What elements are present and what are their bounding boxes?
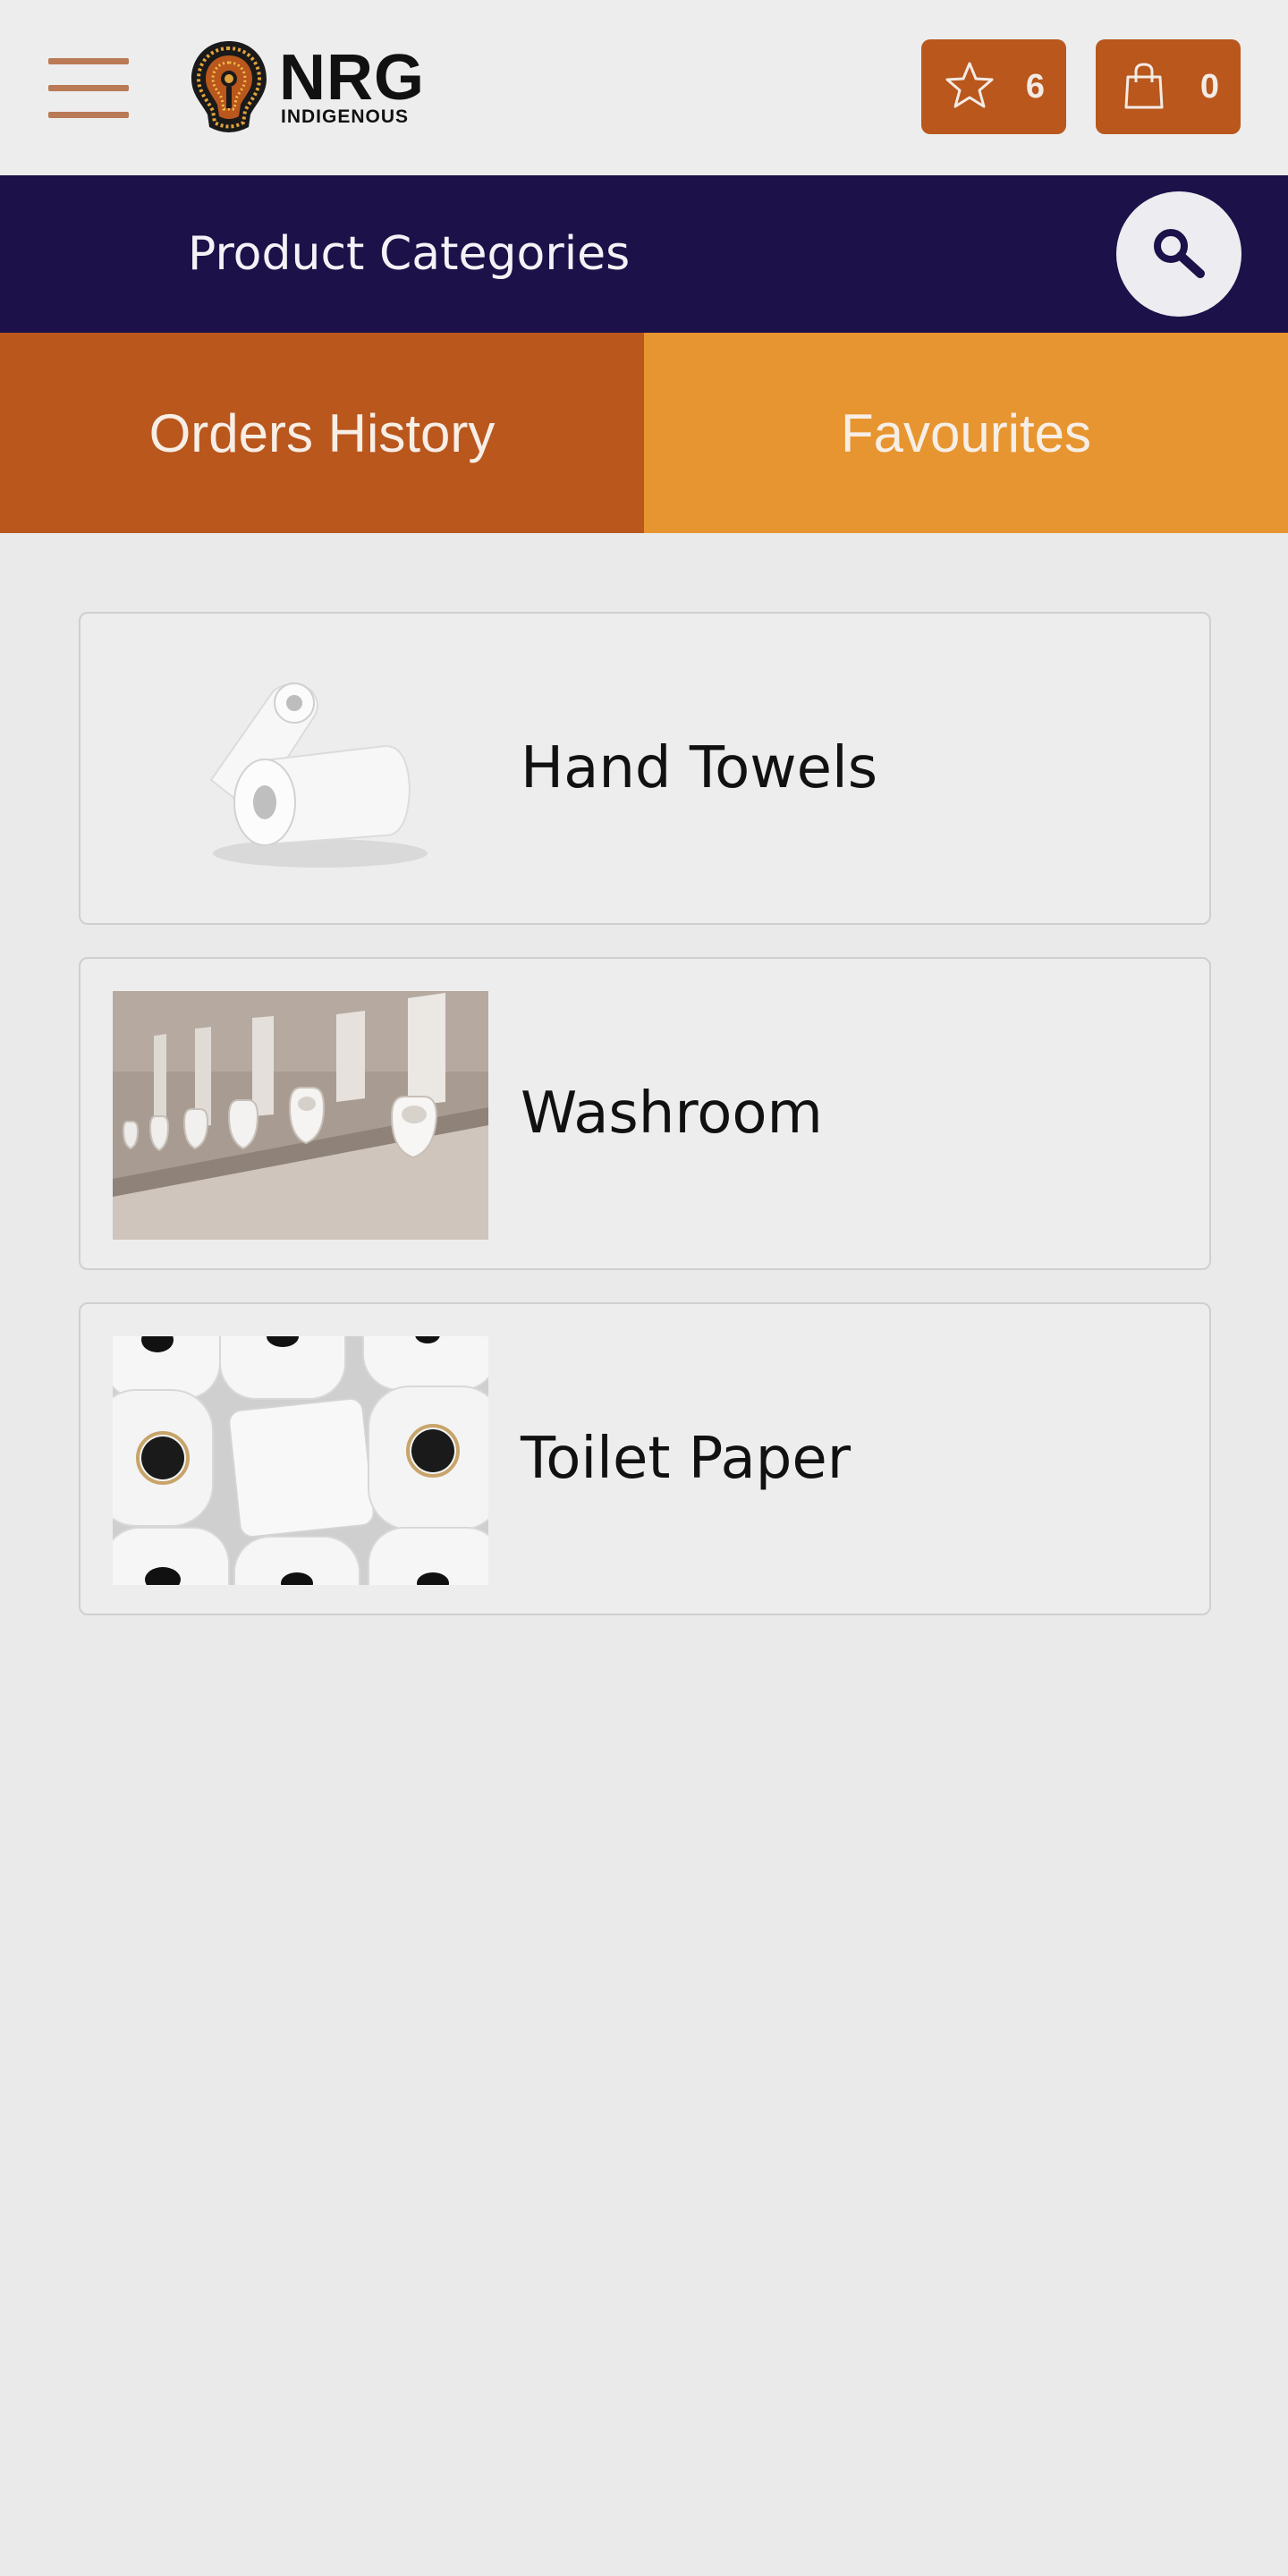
category-card-washroom[interactable]: Washroom xyxy=(79,957,1211,1270)
category-card-toilet-paper[interactable]: Toilet Paper xyxy=(79,1302,1211,1615)
category-card-hand-towels[interactable]: Hand Towels xyxy=(79,612,1211,925)
menu-line xyxy=(48,58,129,64)
cart-count: 0 xyxy=(1199,68,1219,106)
category-label: Hand Towels xyxy=(521,735,878,801)
favourites-button[interactable]: 6 xyxy=(921,39,1066,134)
toilet-paper-rolls-image xyxy=(113,1336,488,1585)
logo-title: NRG xyxy=(279,42,425,114)
urinals-row-image xyxy=(113,991,488,1240)
shopping-bag-icon xyxy=(1124,63,1164,109)
brand-logo[interactable]: NRG INDIGENOUS xyxy=(188,36,425,140)
category-label: Toilet Paper xyxy=(521,1426,851,1492)
favourites-count: 6 xyxy=(1025,68,1045,106)
menu-line xyxy=(48,85,129,91)
tab-orders-history[interactable]: Orders History xyxy=(0,333,644,533)
hamburger-menu-icon[interactable] xyxy=(48,55,131,120)
tab-favourites[interactable]: Favourites xyxy=(644,333,1288,533)
lightbulb-dotart-logo-icon xyxy=(191,41,267,132)
search-button[interactable] xyxy=(1116,191,1241,317)
logo-subtitle: INDIGENOUS xyxy=(281,106,410,127)
menu-line xyxy=(48,112,129,118)
page-title: Product Categories xyxy=(188,227,631,281)
category-list: Hand Towels Washroom Toilet Paper xyxy=(79,612,1211,1648)
category-label: Washroom xyxy=(521,1080,823,1147)
cart-button[interactable]: 0 xyxy=(1096,39,1241,134)
paper-towel-rolls-image xyxy=(113,646,488,894)
magnifier-icon xyxy=(1154,229,1205,278)
tab-bar: Orders History Favourites xyxy=(0,333,1288,533)
logo-text: NRG INDIGENOUS xyxy=(279,42,425,127)
app-header: NRG INDIGENOUS 6 0 xyxy=(0,0,1288,175)
star-outline-icon xyxy=(945,62,994,108)
category-bar: Product Categories xyxy=(0,175,1288,333)
